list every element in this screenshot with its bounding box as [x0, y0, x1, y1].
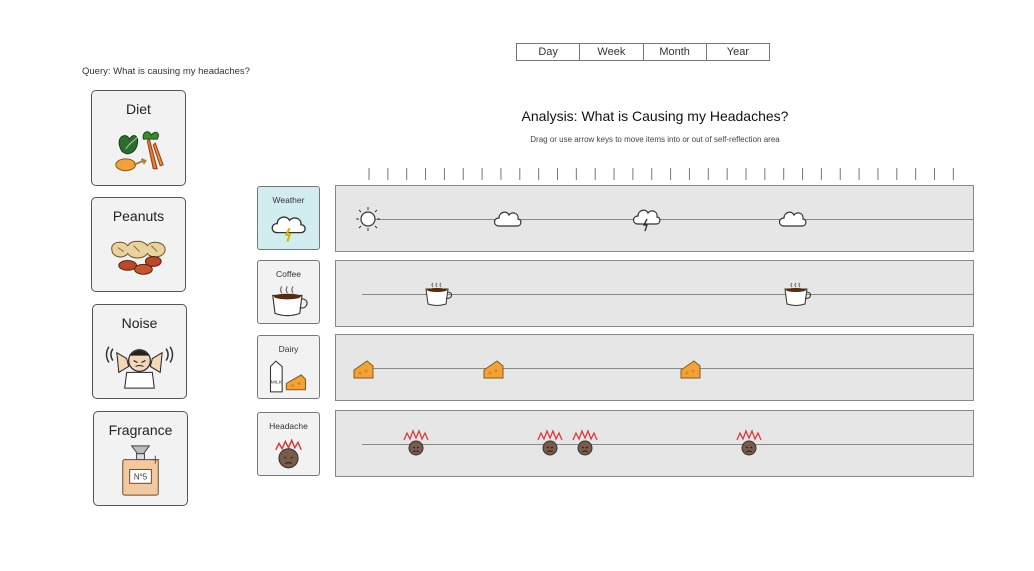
row-label-text: Weather	[272, 195, 305, 205]
track-line	[362, 293, 973, 295]
cheese-icon[interactable]	[481, 356, 511, 382]
noise-icon	[105, 335, 174, 392]
storm-icon[interactable]	[631, 206, 661, 232]
candidate-card-diet[interactable]: Diet	[91, 90, 186, 186]
candidate-label: Noise	[121, 315, 158, 331]
weather-icon	[266, 209, 311, 245]
row-label-weather[interactable]: Weather	[257, 186, 320, 250]
milk-label: MILK	[271, 379, 283, 385]
candidate-card-fragrance[interactable]: Fragrance N°5	[93, 411, 188, 506]
coffee-cup-icon[interactable]	[423, 282, 453, 308]
track-headache[interactable]	[335, 410, 974, 477]
track-weather[interactable]	[335, 185, 974, 252]
track-dairy[interactable]	[335, 334, 974, 401]
analysis-title: Analysis: What is Causing my Headaches?	[521, 108, 789, 124]
track-coffee[interactable]	[335, 260, 974, 327]
track-line	[362, 367, 973, 369]
headache-icon	[266, 435, 311, 471]
candidate-card-noise[interactable]: Noise	[92, 304, 187, 399]
coffee-icon	[266, 283, 311, 319]
headache-icon[interactable]	[401, 429, 431, 456]
cloud-icon[interactable]	[777, 206, 807, 232]
row-label-text: Dairy	[278, 344, 299, 354]
cheese-icon[interactable]	[351, 356, 381, 382]
headache-icon[interactable]	[570, 429, 600, 456]
track-line	[362, 218, 973, 220]
row-label-headache[interactable]: Headache	[257, 412, 320, 476]
coffee-cup-icon[interactable]	[782, 282, 812, 308]
candidate-label: Peanuts	[112, 208, 165, 224]
query-text: Query: What is causing my headaches?	[82, 66, 250, 77]
tab-month[interactable]: Month	[644, 44, 707, 60]
headache-icon[interactable]	[535, 429, 565, 456]
diet-icon	[104, 121, 173, 179]
cloud-icon[interactable]	[492, 206, 522, 232]
tab-week[interactable]: Week	[580, 44, 644, 60]
row-label-text: Coffee	[276, 269, 301, 279]
row-label-dairy[interactable]: Dairy MILK	[257, 335, 320, 399]
timeline-ruler	[368, 168, 954, 180]
candidate-label: Fragrance	[108, 422, 173, 438]
time-range-tabs: Day Week Month Year	[516, 43, 770, 61]
row-label-text: Headache	[269, 421, 308, 431]
tab-day[interactable]: Day	[517, 44, 581, 60]
fragrance-icon: N°5	[106, 442, 175, 499]
headache-icon[interactable]	[734, 429, 764, 456]
track-line	[362, 443, 973, 445]
tab-year[interactable]: Year	[707, 44, 769, 60]
candidate-label: Diet	[126, 101, 151, 117]
candidate-card-peanuts[interactable]: Peanuts	[91, 197, 186, 292]
row-label-coffee[interactable]: Coffee	[257, 260, 320, 324]
peanuts-icon	[104, 228, 173, 285]
analysis-instructions: Drag or use arrow keys to move items int…	[530, 135, 780, 144]
perfume-label: N°5	[134, 472, 148, 481]
cheese-icon[interactable]	[678, 356, 708, 382]
sun-icon[interactable]	[353, 206, 383, 232]
dairy-icon: MILK	[266, 358, 311, 394]
